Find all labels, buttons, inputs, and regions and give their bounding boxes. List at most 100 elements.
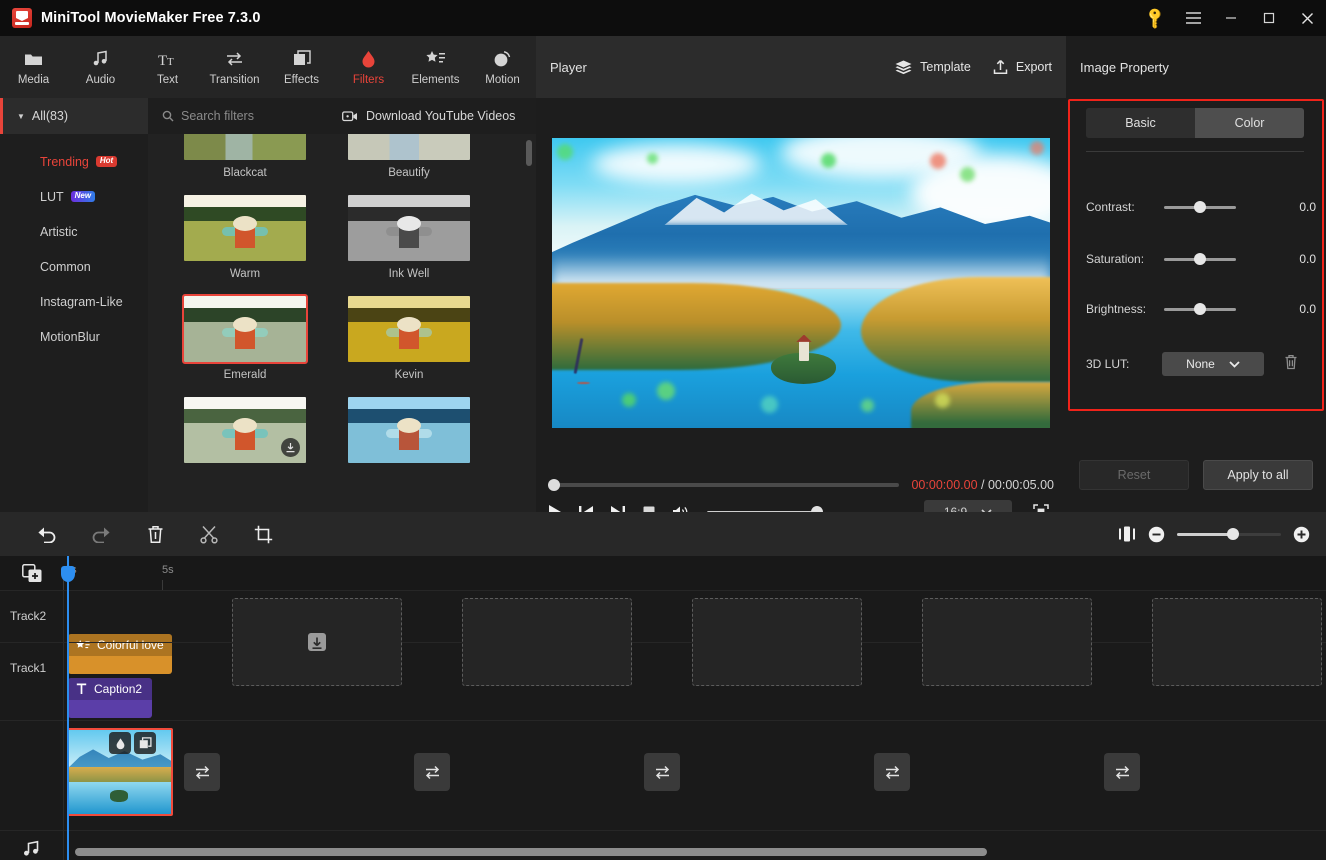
filter-thumbnail[interactable] bbox=[182, 193, 308, 263]
filter-grid-scrollbar[interactable] bbox=[526, 140, 532, 166]
split-icon[interactable] bbox=[182, 512, 236, 556]
seek-bar[interactable] bbox=[548, 479, 900, 491]
filter-category-list: Trending Hot LUT New Artistic Common Ins… bbox=[0, 134, 148, 512]
current-time: 00:00:00.00 bbox=[911, 478, 978, 492]
seek-handle[interactable] bbox=[548, 479, 560, 491]
brightness-slider[interactable] bbox=[1164, 303, 1236, 315]
timeline-placeholder[interactable] bbox=[462, 598, 632, 686]
filter-item[interactable]: Beautify bbox=[346, 134, 472, 179]
filter-thumbnail[interactable] bbox=[182, 294, 308, 364]
filter-category-dropdown[interactable]: ▼ All(83) bbox=[0, 98, 148, 134]
filter-item[interactable]: Ink Well bbox=[346, 193, 472, 280]
sidebar-item-motionblur[interactable]: MotionBlur bbox=[0, 319, 148, 354]
tab-text[interactable]: TT Text bbox=[134, 36, 201, 98]
tab-media[interactable]: Media bbox=[0, 36, 67, 98]
filter-item[interactable] bbox=[182, 395, 308, 470]
apply-to-all-button[interactable]: Apply to all bbox=[1203, 460, 1313, 490]
timecode-display: 00:00:00.00 / 00:00:05.00 bbox=[911, 478, 1054, 492]
timeline-placeholder[interactable] bbox=[1152, 598, 1322, 686]
timeline-clip-caption[interactable]: Caption2 bbox=[68, 678, 152, 718]
playhead-handle[interactable] bbox=[61, 566, 75, 582]
saturation-handle[interactable] bbox=[1194, 253, 1206, 265]
undo-icon[interactable] bbox=[20, 512, 74, 556]
sidebar-item-common[interactable]: Common bbox=[0, 249, 148, 284]
timeline-zoom-slider[interactable] bbox=[1177, 528, 1281, 540]
saturation-slider[interactable] bbox=[1164, 253, 1236, 265]
window-controls: 🔑 bbox=[1136, 0, 1326, 36]
zoom-out-icon[interactable] bbox=[1148, 526, 1165, 543]
filter-item[interactable]: Warm bbox=[182, 193, 308, 280]
filters-icon bbox=[360, 49, 377, 69]
brightness-label: Brightness: bbox=[1086, 302, 1147, 316]
download-icon[interactable] bbox=[281, 438, 300, 457]
reset-button[interactable]: Reset bbox=[1079, 460, 1189, 490]
menu-icon[interactable] bbox=[1174, 0, 1212, 36]
filter-grid[interactable]: Blackcat Beautify Warm Ink Well Emerald … bbox=[148, 134, 536, 512]
brightness-handle[interactable] bbox=[1194, 303, 1206, 315]
maximize-button[interactable] bbox=[1250, 0, 1288, 36]
delete-icon[interactable] bbox=[128, 512, 182, 556]
chevron-down-icon bbox=[1229, 360, 1240, 368]
sidebar-item-lut[interactable]: LUT New bbox=[0, 179, 148, 214]
transition-slot-button[interactable] bbox=[644, 753, 680, 791]
player-panel: Player Template Export 00:00:00.00 / 00:… bbox=[536, 36, 1066, 524]
category-label: LUT bbox=[40, 189, 64, 204]
minimize-button[interactable] bbox=[1212, 0, 1250, 36]
filter-thumbnail[interactable] bbox=[346, 395, 472, 465]
redo-icon[interactable] bbox=[74, 512, 128, 556]
timeline-placeholder[interactable] bbox=[232, 598, 402, 686]
filter-badge-icon[interactable] bbox=[109, 732, 131, 754]
tab-label: Motion bbox=[485, 73, 520, 86]
sidebar-item-instagram-like[interactable]: Instagram-Like bbox=[0, 284, 148, 319]
filter-thumbnail[interactable] bbox=[346, 193, 472, 263]
playhead[interactable] bbox=[61, 556, 75, 860]
sidebar-item-trending[interactable]: Trending Hot bbox=[0, 144, 148, 179]
tab-color[interactable]: Color bbox=[1195, 108, 1304, 138]
delete-lut-icon[interactable] bbox=[1284, 354, 1298, 370]
filter-item-selected[interactable]: Emerald bbox=[182, 294, 308, 381]
layers-badge-icon[interactable] bbox=[134, 732, 156, 754]
filter-item[interactable]: Kevin bbox=[346, 294, 472, 381]
filter-item[interactable]: Blackcat bbox=[182, 134, 308, 179]
timeline-placeholder[interactable] bbox=[922, 598, 1092, 686]
timeline-clip-element[interactable]: Colorful love bbox=[68, 634, 172, 674]
timeline-video-clip-selected[interactable] bbox=[67, 728, 173, 816]
tab-basic[interactable]: Basic bbox=[1086, 108, 1195, 138]
timeline-ruler[interactable]: 0s 5s bbox=[0, 556, 1326, 590]
timeline-placeholder[interactable] bbox=[692, 598, 862, 686]
fit-timeline-icon[interactable] bbox=[1118, 526, 1136, 542]
add-track-icon[interactable] bbox=[20, 562, 44, 584]
search-filters-input[interactable]: Search filters bbox=[148, 98, 338, 134]
transition-slot-button[interactable] bbox=[1104, 753, 1140, 791]
video-preview[interactable] bbox=[552, 138, 1050, 428]
export-button[interactable]: Export bbox=[993, 59, 1052, 75]
timeline-zoom-controls bbox=[1118, 526, 1326, 543]
lut-dropdown[interactable]: None bbox=[1162, 352, 1264, 376]
download-youtube-videos-button[interactable]: Download YouTube Videos bbox=[342, 109, 515, 123]
tab-motion[interactable]: Motion bbox=[469, 36, 536, 98]
timeline-horizontal-scrollbar[interactable] bbox=[63, 848, 1318, 856]
zoom-in-icon[interactable] bbox=[1293, 526, 1310, 543]
crop-icon[interactable] bbox=[236, 512, 290, 556]
filter-thumbnail[interactable] bbox=[182, 395, 308, 465]
tab-transition[interactable]: Transition bbox=[201, 36, 268, 98]
close-button[interactable] bbox=[1288, 0, 1326, 36]
filter-thumbnail[interactable] bbox=[346, 294, 472, 364]
scrollbar-thumb[interactable] bbox=[75, 848, 987, 856]
transition-slot-button[interactable] bbox=[874, 753, 910, 791]
transition-slot-button[interactable] bbox=[414, 753, 450, 791]
transition-slot-button[interactable] bbox=[184, 753, 220, 791]
template-button[interactable]: Template bbox=[895, 60, 971, 75]
tab-elements[interactable]: Elements bbox=[402, 36, 469, 98]
tab-filters[interactable]: Filters bbox=[335, 36, 402, 98]
filter-thumbnail[interactable] bbox=[182, 134, 308, 162]
filter-item[interactable] bbox=[346, 395, 472, 470]
sidebar-item-artistic[interactable]: Artistic bbox=[0, 214, 148, 249]
key-icon[interactable]: 🔑 bbox=[1136, 0, 1174, 36]
zoom-handle[interactable] bbox=[1227, 528, 1240, 540]
contrast-handle[interactable] bbox=[1194, 201, 1206, 213]
contrast-slider[interactable] bbox=[1164, 201, 1236, 213]
filter-thumbnail[interactable] bbox=[346, 134, 472, 162]
tab-effects[interactable]: Effects bbox=[268, 36, 335, 98]
tab-audio[interactable]: Audio bbox=[67, 36, 134, 98]
